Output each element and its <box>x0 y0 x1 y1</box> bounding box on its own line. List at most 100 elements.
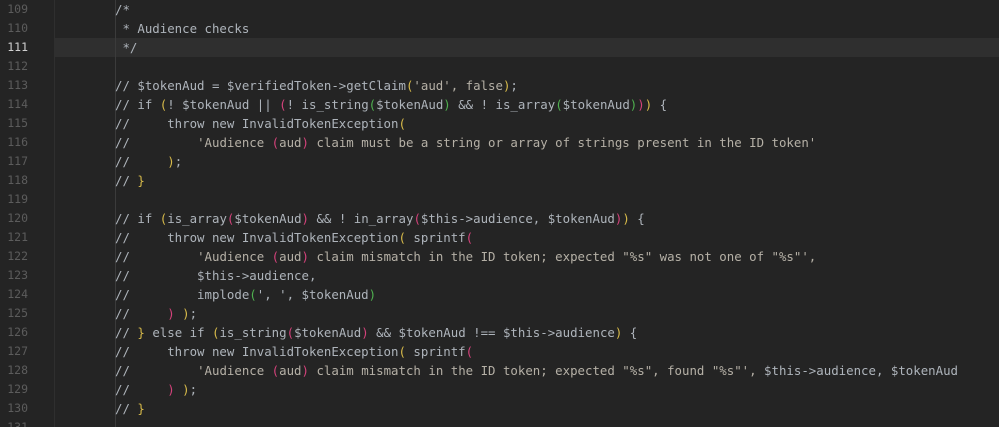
code-token: ; <box>189 382 198 397</box>
code-token: // <box>115 154 168 169</box>
bracket-token: ) <box>301 135 309 150</box>
code-line[interactable]: * Audience checks <box>55 19 999 38</box>
code-line[interactable]: // implode(', ', $tokenAud) <box>55 285 999 304</box>
code-token: // <box>115 382 168 397</box>
line-number: 118 <box>7 173 28 187</box>
code-text: /* <box>115 0 130 19</box>
code-line[interactable]: // ) ); <box>55 380 999 399</box>
code-token: /* <box>115 2 130 17</box>
bracket-token: } <box>137 325 145 340</box>
code-line[interactable]: // 'Audience (aud) claim mismatch in the… <box>55 247 999 266</box>
code-token: && ! in_array <box>309 211 414 226</box>
code-line[interactable]: // } <box>55 171 999 190</box>
code-token: $tokenAud <box>294 325 362 340</box>
code-line[interactable]: // 'Audience (aud) claim must be a strin… <box>55 133 999 152</box>
line-number: 109 <box>7 2 28 16</box>
line-number: 115 <box>7 116 28 130</box>
code-token: // $this->audience, <box>115 268 317 283</box>
line-number: 131 <box>7 420 28 427</box>
line-number: 112 <box>7 59 28 73</box>
code-line[interactable]: */ <box>55 38 999 57</box>
code-line[interactable]: // if (! $tokenAud || (! is_string($toke… <box>55 95 999 114</box>
line-number: 110 <box>7 21 28 35</box>
code-line[interactable] <box>55 190 999 209</box>
code-area[interactable]: /* * Audience checks */ // $tokenAud = $v… <box>55 0 999 427</box>
code-token: else if <box>144 325 212 340</box>
code-line[interactable] <box>55 57 999 76</box>
code-text: // } else if (is_string($tokenAud) && $t… <box>115 323 637 342</box>
line-number: 122 <box>7 249 28 263</box>
line-number: 123 <box>7 268 28 282</box>
code-token: { <box>652 97 668 112</box>
code-line[interactable]: // $tokenAud = $verifiedToken->getClaim(… <box>55 76 999 95</box>
bracket-token: ( <box>398 116 406 131</box>
code-line[interactable]: // throw new InvalidTokenException( <box>55 114 999 133</box>
indent-guide <box>115 190 116 209</box>
code-line[interactable]: // ) ); <box>55 304 999 323</box>
code-token: */ <box>115 40 138 55</box>
code-line[interactable]: /* <box>55 0 999 19</box>
bracket-token: ) <box>301 249 309 264</box>
bracket-token: ) <box>167 154 175 169</box>
code-line[interactable]: // 'Audience (aud) claim mismatch in the… <box>55 361 999 380</box>
bracket-token: ) <box>182 306 190 321</box>
string-token: claim must be a string or array of strin… <box>309 135 817 150</box>
line-number: 128 <box>7 363 28 377</box>
bracket-token: ( <box>555 97 563 112</box>
code-line[interactable] <box>55 418 999 427</box>
code-token: && ! is_array <box>450 97 556 112</box>
bracket-token: ) <box>622 211 630 226</box>
code-token: // implode <box>115 287 250 302</box>
bracket-token: ( <box>286 325 295 340</box>
code-line[interactable]: // if (is_array($tokenAud) && ! in_array… <box>55 209 999 228</box>
string-token: 'aud', false <box>413 78 503 93</box>
code-token: // <box>115 135 198 150</box>
code-text: // if (is_array($tokenAud) && ! in_array… <box>115 209 645 228</box>
code-line[interactable]: // throw new InvalidTokenException( spri… <box>55 342 999 361</box>
code-line[interactable]: // } else if (is_string($tokenAud) && $t… <box>55 323 999 342</box>
code-token: // if <box>115 211 160 226</box>
bracket-token: ) <box>182 382 190 397</box>
code-line[interactable]: // ); <box>55 152 999 171</box>
code-text: // throw new InvalidTokenException( <box>115 114 406 133</box>
code-text: // implode(', ', $tokenAud) <box>115 285 376 304</box>
code-token: // throw new InvalidTokenException <box>115 230 399 245</box>
line-number: 113 <box>7 78 28 92</box>
code-token: $this->audience, $tokenAud <box>420 211 615 226</box>
code-token: ; <box>189 306 198 321</box>
code-text: // ) ); <box>115 380 197 399</box>
code-token: ! $tokenAud || <box>167 97 280 112</box>
code-token: ; <box>510 78 518 93</box>
line-number: 116 <box>7 135 28 149</box>
string-token: 'Audience <box>197 135 272 150</box>
code-token: // <box>115 173 138 188</box>
code-editor[interactable]: 109 110 111 112 113 114 115 116 117 118 119 120 121 1… <box>0 0 999 427</box>
code-token: ! is_string <box>286 97 369 112</box>
code-line[interactable]: // throw new InvalidTokenException( spri… <box>55 228 999 247</box>
line-number: 129 <box>7 382 28 396</box>
line-number: 119 <box>7 192 28 206</box>
code-text: // $this->audience, <box>115 266 316 285</box>
line-number: 126 <box>7 325 28 339</box>
code-token: is_string <box>219 325 287 340</box>
code-token: $tokenAud <box>562 97 630 112</box>
code-token: * Audience checks <box>115 21 250 36</box>
code-text: // } <box>115 171 145 190</box>
code-line[interactable]: // $this->audience, <box>55 266 999 285</box>
code-token: ', ', $tokenAud <box>256 287 369 302</box>
code-token: $tokenAud <box>234 211 302 226</box>
bracket-token: ) <box>368 287 377 302</box>
indent-guide <box>115 418 116 427</box>
string-token: aud <box>279 135 302 150</box>
bracket-token: ) <box>167 382 175 397</box>
bracket-token: ) <box>167 306 175 321</box>
bracket-token: ) <box>361 325 369 340</box>
code-token: && $tokenAud !== $this->audience <box>368 325 615 340</box>
bracket-token: ( <box>465 344 474 359</box>
code-line[interactable]: // } <box>55 399 999 418</box>
bracket-token: } <box>137 173 145 188</box>
bracket-token: } <box>137 401 145 416</box>
bracket-token: ( <box>413 211 421 226</box>
code-token: { <box>622 325 638 340</box>
string-token: aud <box>279 363 302 378</box>
